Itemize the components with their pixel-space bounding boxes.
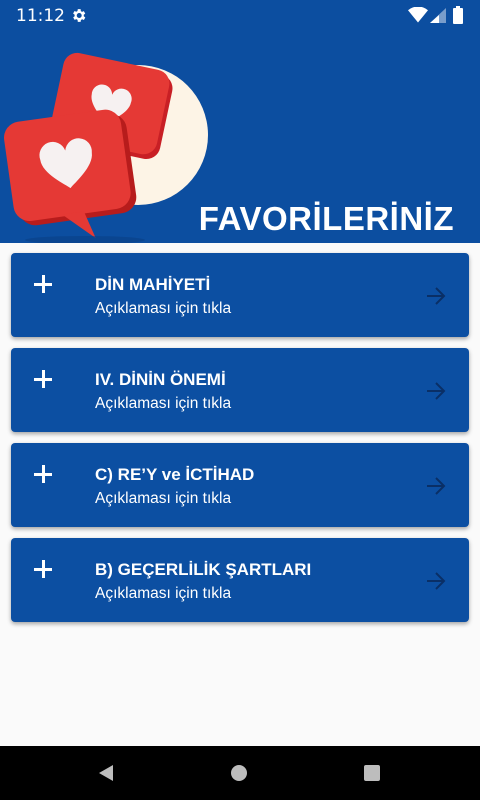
list-item-subtitle: Açıklaması için tıkla xyxy=(95,300,232,317)
list-item-title: DİN MAHİYETİ xyxy=(95,275,211,294)
home-icon[interactable] xyxy=(231,765,247,781)
signal-icon xyxy=(430,8,446,23)
arrow-right-icon[interactable] xyxy=(425,571,447,591)
arrow-right-icon[interactable] xyxy=(425,286,447,306)
status-time: 11:12 xyxy=(16,6,65,26)
back-icon[interactable] xyxy=(97,764,115,782)
wifi-icon xyxy=(408,7,428,23)
recents-icon[interactable] xyxy=(364,765,380,781)
status-bar: 11:12 xyxy=(0,0,480,30)
list-item-subtitle: Açıklaması için tıkla xyxy=(95,490,232,507)
arrow-right-icon[interactable] xyxy=(425,476,447,496)
plus-icon[interactable] xyxy=(32,368,54,390)
header-banner: FAVORİLERİNİZ xyxy=(0,30,480,243)
list-item-title: B) GEÇERLİLİK ŞARTLARI xyxy=(95,560,312,579)
favorites-list: DİN MAHİYETİ Açıklaması için tıkla IV. D… xyxy=(11,253,469,633)
list-item-title: C) RE’Y ve İCTİHAD xyxy=(95,465,255,484)
list-item[interactable]: DİN MAHİYETİ Açıklaması için tıkla xyxy=(11,253,469,337)
list-item[interactable]: B) GEÇERLİLİK ŞARTLARI Açıklaması için t… xyxy=(11,538,469,622)
list-item[interactable]: IV. DİNİN ÖNEMİ Açıklaması için tıkla xyxy=(11,348,469,432)
list-item-title: IV. DİNİN ÖNEMİ xyxy=(95,370,226,389)
battery-icon xyxy=(453,6,463,24)
plus-icon[interactable] xyxy=(32,273,54,295)
arrow-right-icon[interactable] xyxy=(425,381,447,401)
list-item-subtitle: Açıklaması için tıkla xyxy=(95,395,232,412)
gear-icon xyxy=(73,9,86,22)
list-item-subtitle: Açıklaması için tıkla xyxy=(95,585,232,602)
page-title: FAVORİLERİNİZ xyxy=(198,200,454,237)
plus-icon[interactable] xyxy=(32,558,54,580)
navigation-bar xyxy=(0,746,480,800)
list-item[interactable]: C) RE’Y ve İCTİHAD Açıklaması için tıkla xyxy=(11,443,469,527)
plus-icon[interactable] xyxy=(32,463,54,485)
